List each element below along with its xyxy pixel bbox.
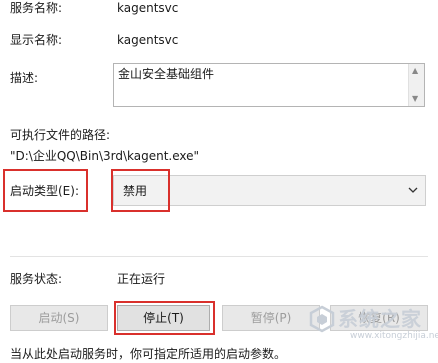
service-status-label: 服务状态: [10, 272, 63, 286]
description-scrollbar[interactable]: ▲ ▼ [408, 64, 424, 106]
hint-text: 当从此处启动服务时，你可指定所适用的启动参数。 [10, 347, 287, 361]
description-textarea[interactable]: 金山安全基础组件 ▲ ▼ [113, 63, 425, 107]
service-name-value: kagentsvc [117, 1, 179, 15]
display-name-label: 显示名称: [10, 33, 63, 47]
service-status-value: 正在运行 [117, 272, 166, 286]
startup-type-selected: 禁用 [123, 184, 148, 198]
pause-button[interactable]: 暂停(P) [222, 305, 320, 331]
start-button[interactable]: 启动(S) [10, 305, 108, 331]
scroll-up-arrow-icon[interactable]: ▲ [412, 67, 418, 75]
startup-type-dropdown[interactable]: 禁用 [113, 175, 426, 206]
service-name-label: 服务名称: [10, 1, 63, 15]
separator [10, 256, 428, 257]
stop-button[interactable]: 停止(T) [117, 305, 210, 331]
scroll-down-arrow-icon[interactable]: ▼ [412, 95, 418, 103]
executable-path-value: "D:\企业QQ\Bin\3rd\kagent.exe" [10, 149, 200, 163]
chevron-down-icon[interactable] [407, 184, 419, 196]
description-label: 描述: [10, 71, 39, 85]
watermark-logo-icon [309, 305, 335, 333]
watermark-url: www.xitongzhijia.net [350, 331, 438, 341]
display-name-value: kagentsvc [117, 33, 179, 47]
description-text: 金山安全基础组件 [118, 67, 215, 81]
watermark-text: 系统之家 [338, 307, 422, 331]
startup-type-label: 启动类型(E): [10, 184, 79, 198]
executable-path-label: 可执行文件的路径: [10, 128, 111, 142]
